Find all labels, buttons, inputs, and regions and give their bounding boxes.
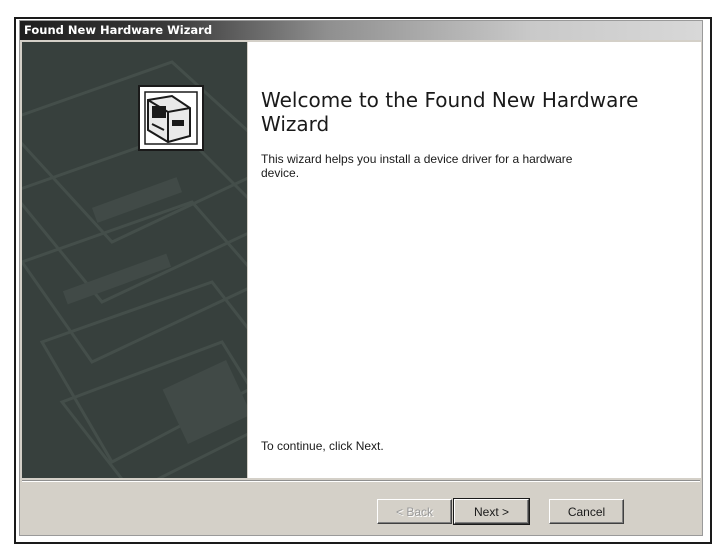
wizard-heading: Welcome to the Found New Hardware Wizard: [261, 88, 639, 136]
wizard-description: This wizard helps you install a device d…: [261, 152, 573, 180]
window-title: Found New Hardware Wizard: [24, 23, 213, 37]
continue-instruction: To continue, click Next.: [261, 439, 384, 453]
wizard-content: Welcome to the Found New Hardware Wizard…: [248, 42, 701, 478]
side-panel-artwork: [22, 60, 247, 478]
title-bar[interactable]: Found New Hardware Wizard: [20, 21, 702, 40]
wizard-dialog: Found New Hardware Wizard Welcome to the…: [19, 20, 703, 536]
cancel-button[interactable]: Cancel: [549, 499, 624, 524]
back-button[interactable]: < Back: [377, 499, 452, 524]
wizard-side-panel: [22, 42, 247, 478]
next-button[interactable]: Next >: [453, 498, 530, 525]
button-separator: [22, 480, 700, 482]
hardware-drive-icon: [138, 85, 204, 151]
